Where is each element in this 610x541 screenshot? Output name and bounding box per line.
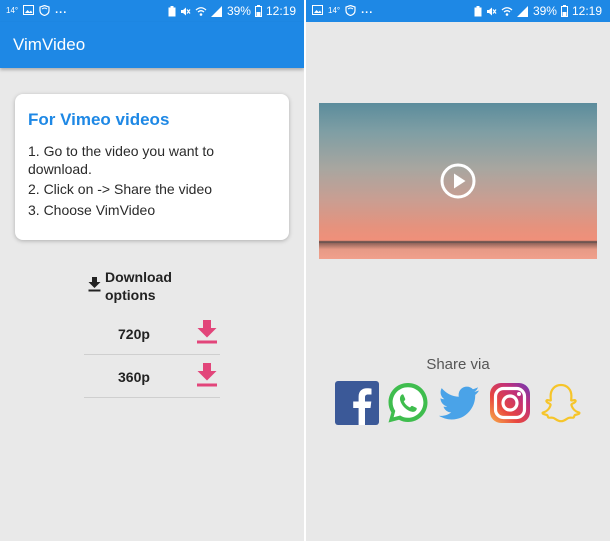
signal-icon	[210, 5, 222, 17]
share-via-label: Share via	[426, 356, 490, 373]
clock-text: 12:19	[571, 4, 602, 18]
status-bar: 14° ... 39% 12:19	[0, 0, 304, 22]
share-targets	[334, 381, 584, 425]
download-option-row[interactable]: 360p	[84, 355, 220, 398]
download-option-row[interactable]: 720p	[84, 312, 220, 355]
battery-icon	[560, 5, 568, 17]
video-preview[interactable]	[319, 103, 597, 259]
snapchat-icon[interactable]	[539, 381, 583, 425]
overflow-dots: ...	[361, 4, 374, 16]
battery-saver-icon	[474, 5, 482, 16]
app-toolbar: VimVideo	[0, 22, 304, 68]
instruction-step: 1. Go to the video you want to download.	[28, 143, 215, 177]
mute-icon	[486, 7, 497, 15]
download-options-header: Download options	[88, 268, 218, 308]
mute-icon	[180, 7, 191, 15]
instructions-title: For Vimeo videos	[28, 110, 170, 129]
temperature-text: 14°	[6, 5, 19, 15]
battery-saver-icon	[168, 5, 176, 16]
shield-icon	[345, 4, 356, 16]
temperature-text: 14°	[328, 5, 341, 15]
overflow-dots: ...	[55, 4, 68, 16]
gallery-icon	[312, 5, 323, 15]
download-icon	[88, 277, 101, 292]
gallery-icon	[23, 5, 35, 15]
facebook-icon[interactable]	[335, 381, 379, 425]
clock-text: 12:19	[265, 4, 296, 18]
instructions-card: For Vimeo videos 1. Go to the video you …	[15, 94, 289, 240]
resolution-label: 360p	[118, 369, 150, 385]
whatsapp-icon[interactable]	[386, 381, 430, 425]
status-bar: 14° ... 39% 12:19	[306, 0, 610, 22]
instruction-step: 3. Choose VimVideo	[28, 202, 156, 218]
download-icon[interactable]	[197, 320, 217, 344]
app-title: VimVideo	[13, 35, 86, 54]
play-icon[interactable]	[440, 163, 476, 199]
instagram-icon[interactable]	[488, 381, 532, 425]
twitter-icon[interactable]	[437, 381, 481, 425]
resolution-label: 720p	[118, 326, 150, 342]
battery-icon	[254, 5, 262, 17]
wifi-icon	[501, 6, 513, 16]
download-icon[interactable]	[197, 363, 217, 387]
signal-icon	[516, 5, 528, 17]
instruction-step: 2. Click on -> Share the video	[28, 181, 213, 197]
phone-screen-main: 14° ... 39% 12:19 VimVideo For Vimeo vid…	[0, 0, 304, 541]
phone-screen-share: 14° ... 39% 12:19 Share via	[306, 0, 610, 541]
wifi-icon	[195, 6, 207, 16]
battery-percent-text: 39%	[532, 4, 557, 18]
battery-percent-text: 39%	[226, 4, 251, 18]
shield-icon	[39, 4, 50, 16]
video-thumbnail-horizon	[319, 243, 597, 259]
download-options-title: Download options	[105, 269, 172, 303]
screenshot-stage: 14° ... 39% 12:19 VimVideo For Vimeo vid…	[0, 0, 610, 541]
